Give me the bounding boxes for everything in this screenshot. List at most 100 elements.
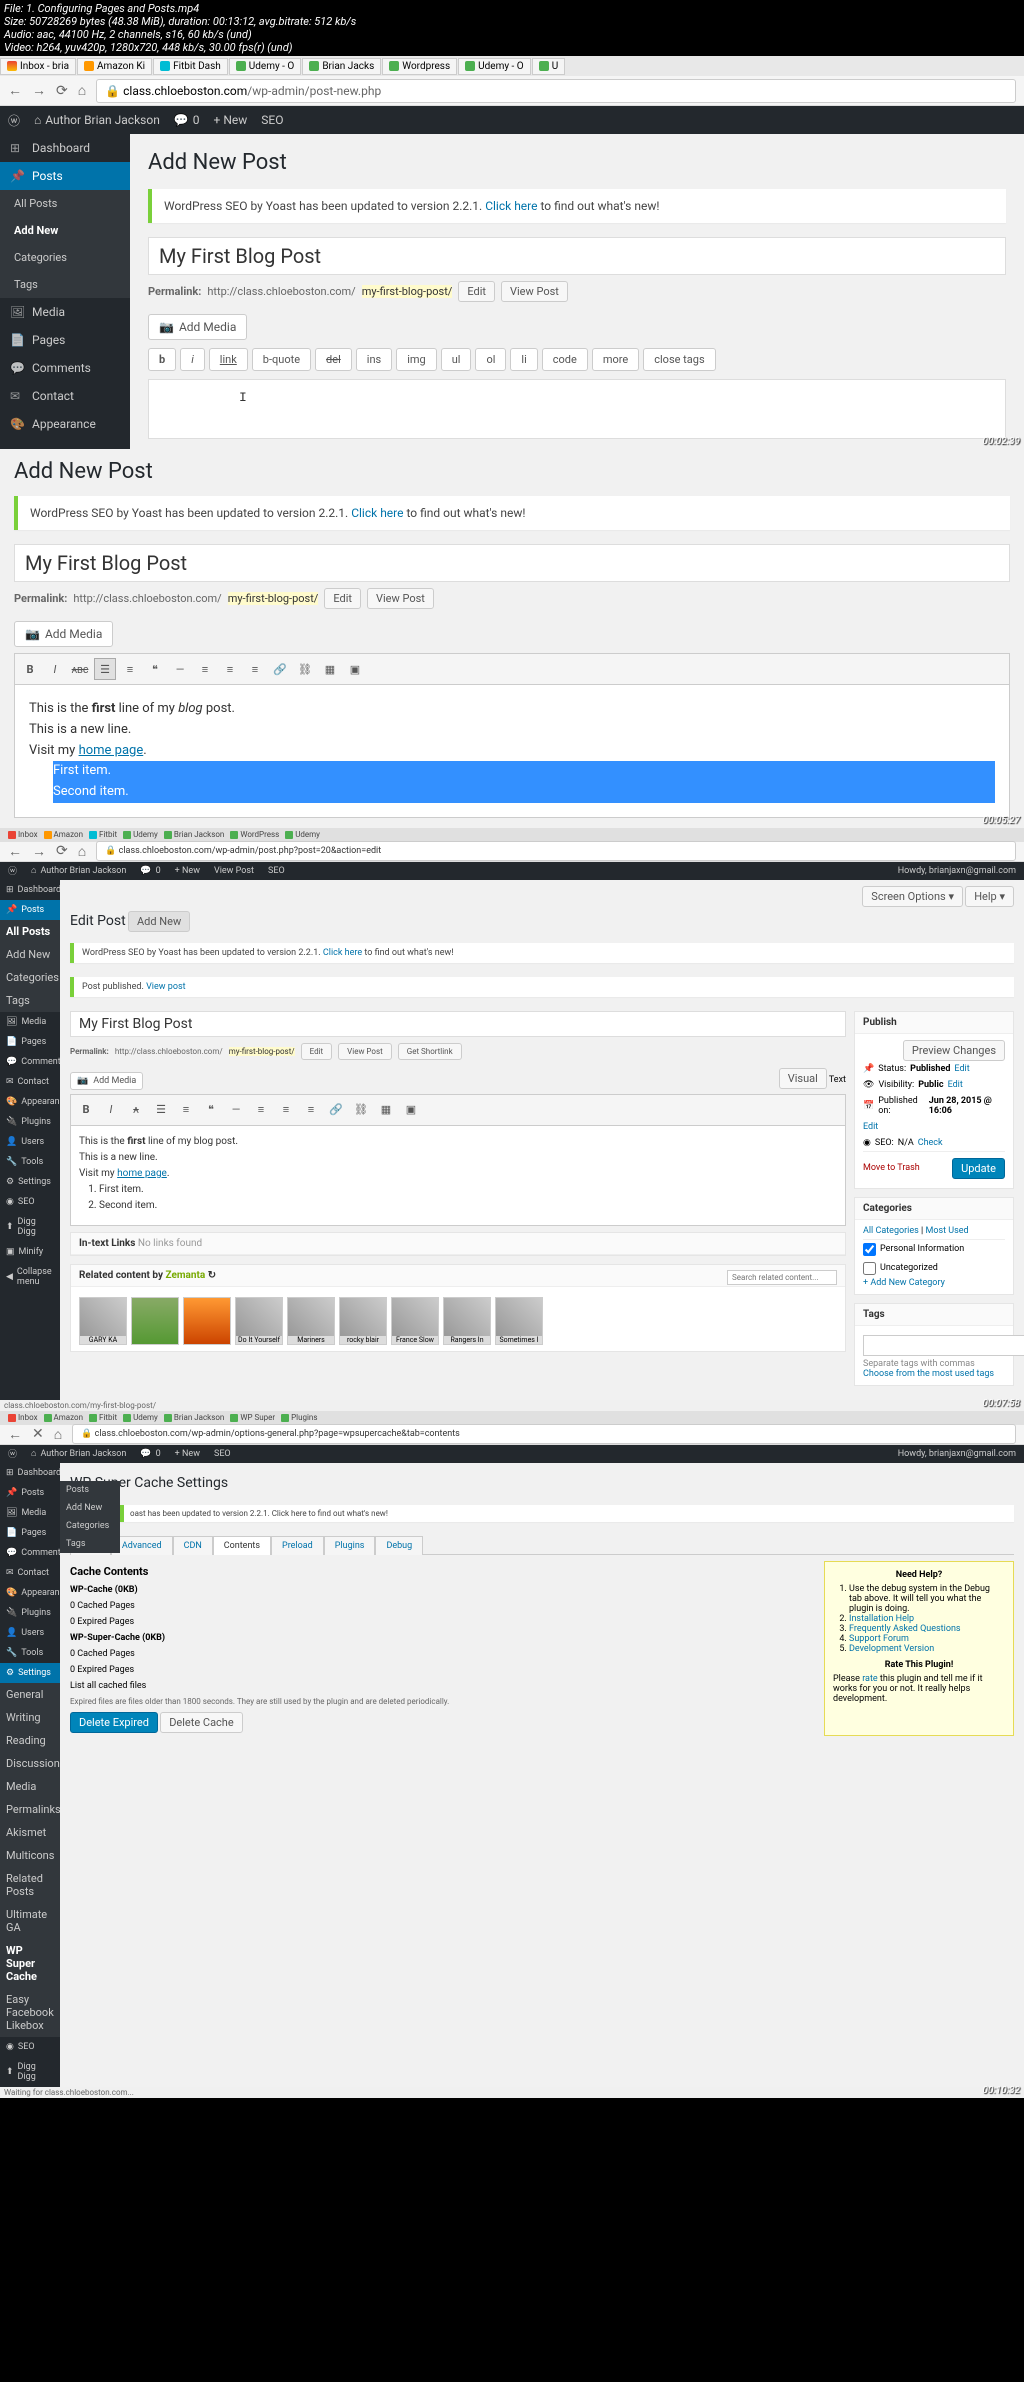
howdy[interactable]: Howdy, brianjaxn@gmail.com	[898, 866, 1016, 876]
wp-logo-icon[interactable]: ⓦ	[8, 112, 20, 129]
forward-icon[interactable]: →	[32, 843, 46, 860]
num-list-icon[interactable]: ≡	[119, 658, 141, 680]
close-tags-button[interactable]: close tags	[643, 348, 715, 371]
browser-tabs[interactable]: Inbox - bria Amazon Ki Fitbit Dash Udemy…	[0, 56, 1024, 76]
post-title-input[interactable]	[70, 1011, 846, 1037]
tab-preload[interactable]: Preload	[271, 1536, 324, 1555]
tab-advanced[interactable]: Advanced	[111, 1536, 173, 1555]
hr-icon[interactable]: —	[169, 658, 191, 680]
menu-media[interactable]: 🖼Media	[0, 298, 130, 326]
bold-icon[interactable]: B	[19, 658, 41, 680]
align-center-icon[interactable]: ≡	[219, 658, 241, 680]
submenu-categories[interactable]: Categories	[0, 244, 130, 271]
more-icon[interactable]: ▦	[319, 658, 341, 680]
menu-dashboard[interactable]: ⊞ Dashboard	[0, 880, 60, 900]
home-icon[interactable]: ⌂	[78, 82, 86, 99]
menu-posts[interactable]: 📌Posts	[0, 162, 130, 190]
permalink-edit-button[interactable]: Edit	[324, 588, 361, 609]
ul-button[interactable]: ul	[441, 348, 472, 371]
forward-icon[interactable]: →	[32, 82, 46, 99]
view-post-link[interactable]: View post	[146, 982, 185, 992]
reload-icon[interactable]: ⟳	[56, 843, 68, 859]
add-media-button[interactable]: 📷Add Media	[148, 314, 247, 340]
ol-button[interactable]: ol	[475, 348, 506, 371]
submenu-tags[interactable]: Tags	[0, 271, 130, 298]
visual-tab[interactable]: Visual	[779, 1068, 827, 1089]
ins-button[interactable]: ins	[356, 348, 392, 371]
strike-icon[interactable]: ᴀʙᴄ	[69, 658, 91, 680]
link-icon[interactable]: 🔗	[269, 658, 291, 680]
align-right-icon[interactable]: ≡	[244, 658, 266, 680]
menu-comments[interactable]: 💬Comments	[0, 354, 130, 382]
italic-button[interactable]: i	[180, 348, 205, 371]
search-related-input[interactable]	[727, 1270, 837, 1285]
post-title-input[interactable]	[14, 544, 1010, 582]
tab-plugins[interactable]: Plugins	[324, 1536, 376, 1555]
tab-cdn[interactable]: CDN	[173, 1536, 213, 1555]
more-button[interactable]: more	[592, 348, 639, 371]
visual-editor[interactable]: This is the first line of my blog post. …	[14, 685, 1010, 818]
add-new-button[interactable]: Add New	[128, 911, 190, 932]
del-button[interactable]: del	[315, 348, 352, 371]
comments-link[interactable]: 💬 0	[174, 113, 200, 127]
tab-debug[interactable]: Debug	[375, 1536, 423, 1555]
add-category-link[interactable]: + Add New Category	[863, 1278, 945, 1288]
submenu-add-new[interactable]: Add New	[0, 217, 130, 244]
bold-button[interactable]: b	[148, 348, 176, 371]
tags-input[interactable]	[863, 1335, 1024, 1356]
address-bar[interactable]: 🔒 class.chloeboston.com/wp-admin/options…	[72, 1424, 1016, 1444]
submenu-all-posts[interactable]: All Posts	[0, 190, 130, 217]
back-icon[interactable]: ←	[8, 82, 22, 99]
list-cached-link[interactable]: List all cached files	[70, 1681, 146, 1691]
img-button[interactable]: img	[396, 348, 437, 371]
menu-dashboard[interactable]: ⊞Dashboard	[0, 134, 130, 162]
menu-pages[interactable]: 📄Pages	[0, 326, 130, 354]
toolbar-toggle-icon[interactable]: ▣	[344, 658, 366, 680]
menu-posts[interactable]: 📌 Posts	[0, 900, 60, 920]
post-title-input[interactable]	[148, 237, 1006, 275]
notice-link[interactable]: Click here	[351, 506, 403, 520]
delete-cache-button[interactable]: Delete Cache	[160, 1712, 243, 1733]
site-link[interactable]: ⌂ Author Brian Jackson	[34, 113, 160, 127]
screen-options-button[interactable]: Screen Options ▾	[862, 886, 963, 907]
seo-link[interactable]: SEO	[261, 113, 283, 127]
link-button[interactable]: link	[209, 348, 248, 371]
align-left-icon[interactable]: ≡	[194, 658, 216, 680]
menu-contact[interactable]: ✉Contact	[0, 382, 130, 410]
preview-button[interactable]: Preview Changes	[903, 1040, 1005, 1061]
menu-appearance[interactable]: 🎨Appearance	[0, 410, 130, 438]
list-item[interactable]: Second item.	[53, 782, 995, 803]
wp-admin-bar[interactable]: ⓦ ⌂ Author Brian Jackson 💬 0 + New SEO	[0, 106, 1024, 134]
view-post-button[interactable]: View Post	[367, 588, 434, 609]
address-bar[interactable]: 🔒 class.chloeboston.com/wp-admin/post-ne…	[96, 79, 1016, 103]
view-post-button[interactable]: View Post	[501, 281, 568, 302]
bookmarks-bar[interactable]: Inbox Amazon Fitbit Udemy Brian Jackson …	[0, 828, 1024, 842]
editor-textarea[interactable]: I	[148, 379, 1006, 439]
notice-link[interactable]: Click here	[485, 199, 537, 213]
italic-icon[interactable]: I	[44, 658, 66, 680]
delete-expired-button[interactable]: Delete Expired	[70, 1712, 158, 1733]
quote-icon[interactable]: ❝	[144, 658, 166, 680]
unlink-icon[interactable]: ⛓	[294, 658, 316, 680]
new-link[interactable]: + New	[214, 113, 248, 127]
reload-icon[interactable]: ⟳	[56, 83, 68, 99]
posts-flyout[interactable]: Posts Add New Categories Tags	[60, 1481, 120, 1553]
code-button[interactable]: code	[542, 348, 588, 371]
trash-link[interactable]: Move to Trash	[863, 1163, 920, 1173]
add-media-button[interactable]: 📷Add Media	[14, 621, 113, 647]
li-button[interactable]: li	[510, 348, 537, 371]
bookmarks-bar[interactable]: Inbox Amazon Fitbit Udemy Brian Jackson …	[0, 1411, 1024, 1425]
cache-tabs: Easy Advanced CDN Contents Preload Plugi…	[70, 1536, 1014, 1555]
add-media-button[interactable]: 📷 Add Media	[70, 1072, 143, 1090]
text-tab[interactable]: Text	[829, 1075, 846, 1085]
address-bar[interactable]: 🔒 class.chloeboston.com/wp-admin/post.ph…	[96, 841, 1016, 861]
bquote-button[interactable]: b-quote	[252, 348, 311, 371]
list-item[interactable]: First item.	[53, 761, 995, 782]
help-button[interactable]: Help ▾	[965, 886, 1014, 907]
permalink-edit-button[interactable]: Edit	[458, 281, 495, 302]
back-icon[interactable]: ←	[8, 843, 22, 860]
update-button[interactable]: Update	[952, 1158, 1005, 1179]
home-icon[interactable]: ⌂	[78, 843, 86, 860]
tab-contents[interactable]: Contents	[213, 1536, 271, 1555]
bullet-list-icon[interactable]: ☰	[94, 658, 116, 680]
